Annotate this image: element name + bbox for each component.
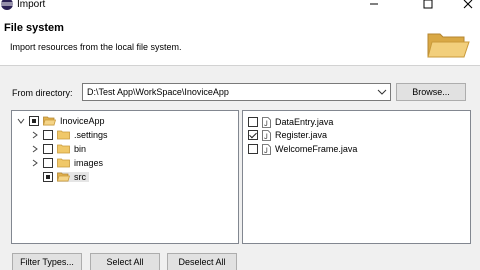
window-title: Import [17,0,46,10]
from-directory-combo[interactable]: D:\Test App\WorkSpace\InoviceApp [82,83,391,101]
tree-checkbox[interactable] [43,172,53,182]
tree-item-settings[interactable]: .settings [30,128,108,142]
browse-button[interactable]: Browse... [396,83,466,101]
filter-types-button[interactable]: Filter Types... [12,253,82,270]
file-item-register[interactable]: Register.java [248,128,327,142]
java-file-icon [262,129,271,141]
deselect-all-button[interactable]: Deselect All [167,253,237,270]
select-all-button[interactable]: Select All [90,253,160,270]
maximize-icon[interactable] [418,0,438,12]
chevron-right-icon[interactable] [30,130,40,140]
tree-item-images[interactable]: images [30,156,103,170]
folder-open-icon [427,33,470,58]
folder-icon [57,158,70,168]
file-item-welcomeframe[interactable]: WelcomeFrame.java [248,142,357,156]
tree-checkbox[interactable] [43,130,53,140]
tree-item-label: InoviceApp [60,116,105,126]
file-item-dataentry[interactable]: DataEntry.java [248,115,333,129]
file-checkbox[interactable] [248,117,258,127]
tree-item-label: images [74,158,104,168]
tree-checkbox[interactable] [43,158,53,168]
page-title: File system [4,22,64,34]
tree-item-src[interactable]: src [43,170,89,184]
folder-open-icon [57,172,70,182]
tree-item-root[interactable]: InoviceApp [16,114,105,128]
wizard-header: File system Import resources from the lo… [0,14,480,66]
folder-tree[interactable]: InoviceApp .settings bin images src [11,110,239,244]
selected-highlight[interactable]: src [57,172,89,182]
chevron-down-icon[interactable] [16,116,26,126]
eclipse-icon [1,0,13,10]
chevron-right-icon[interactable] [30,158,40,168]
tree-checkbox[interactable] [29,116,39,126]
file-item-label: WelcomeFrame.java [275,144,358,154]
java-file-icon [262,143,271,155]
java-file-icon [262,116,271,128]
folder-icon [57,144,70,154]
file-item-label: DataEntry.java [275,117,334,127]
tree-checkbox[interactable] [43,144,53,154]
folder-icon [57,130,70,140]
chevron-right-icon[interactable] [30,144,40,154]
tree-item-label: .settings [74,130,108,140]
file-list[interactable]: DataEntry.java Register.java WelcomeFram… [242,110,471,244]
chevron-down-icon[interactable] [377,88,387,96]
folder-open-icon [43,116,56,126]
close-icon[interactable] [458,0,478,12]
file-checkbox[interactable] [248,130,258,140]
title-bar: Import [0,0,480,14]
tree-item-bin[interactable]: bin [30,142,86,156]
from-directory-label: From directory: [12,88,73,98]
page-description: Import resources from the local file sys… [10,42,182,52]
tree-item-label: src [74,172,86,182]
file-item-label: Register.java [275,130,328,140]
file-checkbox[interactable] [248,144,258,154]
from-directory-value[interactable]: D:\Test App\WorkSpace\InoviceApp [87,87,229,97]
minimize-icon[interactable] [364,0,384,12]
tree-item-label: bin [74,144,87,154]
